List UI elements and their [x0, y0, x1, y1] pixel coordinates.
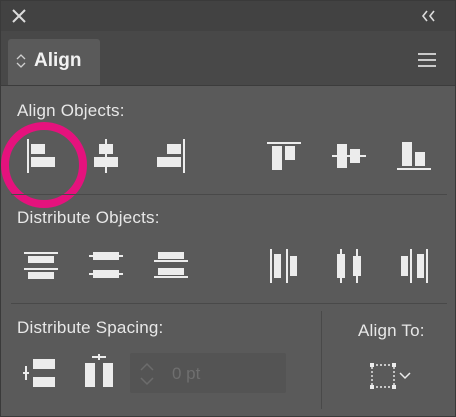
- horizontal-distribute-center-button[interactable]: [329, 246, 369, 286]
- vertical-align-bottom-button[interactable]: [394, 136, 434, 176]
- horizontal-align-right-button[interactable]: [151, 136, 191, 176]
- distribute-spacing-label: Distribute Spacing:: [17, 318, 164, 337]
- column-divider: [321, 311, 322, 409]
- vertical-distribute-bottom-button[interactable]: [151, 246, 191, 286]
- horizontal-align-left-button[interactable]: [21, 136, 61, 176]
- vertical-distribute-space-button[interactable]: [21, 353, 61, 393]
- vertical-distribute-top-icon: [24, 252, 58, 279]
- align-to-label: Align To:: [358, 321, 425, 340]
- vertical-align-top-icon: [267, 142, 301, 170]
- horizontal-distribute-space-button[interactable]: [79, 353, 119, 393]
- tab-align[interactable]: Align: [8, 39, 100, 85]
- vertical-distribute-center-button[interactable]: [86, 246, 126, 286]
- stepper-arrows-icon[interactable]: [138, 359, 156, 389]
- align-objects-label: Align Objects:: [17, 101, 125, 120]
- horizontal-distribute-left-button[interactable]: [264, 246, 304, 286]
- panel-title-bar: [1, 1, 455, 31]
- horizontal-align-left-icon: [27, 139, 55, 173]
- section-divider: [11, 303, 447, 304]
- horizontal-align-right-icon: [157, 139, 185, 173]
- horizontal-distribute-space-icon: [85, 354, 113, 387]
- vertical-align-top-button[interactable]: [264, 136, 304, 176]
- close-icon[interactable]: [10, 7, 28, 25]
- horizontal-distribute-right-button[interactable]: [394, 246, 434, 286]
- align-panel: Align Align Objects: Distribute Objects:: [0, 0, 456, 417]
- spacing-value-field[interactable]: [130, 353, 286, 393]
- horizontal-align-center-icon: [94, 139, 118, 173]
- align-to-selection-icon: [370, 363, 411, 389]
- vertical-distribute-space-icon: [23, 359, 55, 387]
- horizontal-align-center-button[interactable]: [86, 136, 126, 176]
- vertical-align-bottom-icon: [397, 142, 431, 170]
- align-to-dropdown[interactable]: [367, 357, 417, 397]
- vertical-align-center-icon: [332, 144, 366, 168]
- horizontal-distribute-right-icon: [401, 249, 428, 283]
- tab-align-label: Align: [34, 50, 82, 71]
- spacing-value-input[interactable]: [170, 363, 274, 385]
- vertical-align-center-button[interactable]: [329, 136, 369, 176]
- double-chevron-left-icon[interactable]: [419, 8, 439, 24]
- tab-bar: Align: [1, 31, 455, 86]
- horizontal-distribute-center-icon: [337, 249, 361, 283]
- hamburger-menu-icon[interactable]: [415, 51, 439, 69]
- vertical-distribute-center-icon: [89, 252, 123, 278]
- vertical-distribute-top-button[interactable]: [21, 246, 61, 286]
- section-divider: [11, 194, 447, 195]
- vertical-distribute-bottom-icon: [154, 252, 188, 278]
- horizontal-distribute-left-icon: [270, 249, 297, 283]
- distribute-objects-label: Distribute Objects:: [17, 208, 160, 227]
- chevron-down-icon: [399, 372, 411, 380]
- up-down-arrows-icon: [16, 54, 26, 68]
